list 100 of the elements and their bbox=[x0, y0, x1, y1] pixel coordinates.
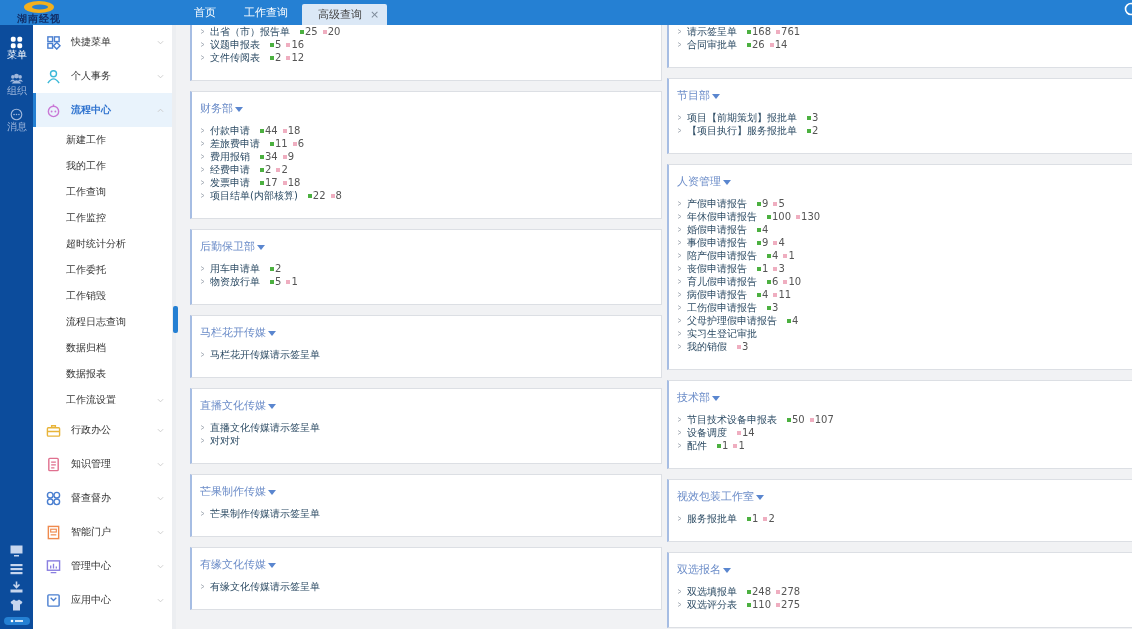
form-link[interactable]: 双选评分表 bbox=[687, 597, 737, 612]
count-badge[interactable]: 16 bbox=[286, 39, 305, 50]
form-link[interactable]: 双选填报单 bbox=[687, 584, 737, 599]
count-badge[interactable]: 2 bbox=[276, 164, 288, 175]
sidebar-subitem[interactable]: 工作监控 bbox=[33, 205, 172, 231]
form-link[interactable]: 出省（市）报告单 bbox=[210, 25, 290, 39]
count-badge[interactable]: 11 bbox=[773, 289, 792, 300]
sidebar-item[interactable]: 应用中心 bbox=[33, 583, 172, 617]
count-badge[interactable]: 6 bbox=[767, 276, 779, 287]
rail-item[interactable]: 组织 bbox=[6, 72, 27, 97]
group-title[interactable]: 人资管理 bbox=[677, 175, 721, 189]
count-badge[interactable]: 3 bbox=[807, 112, 819, 123]
caret-icon[interactable] bbox=[257, 244, 265, 250]
caret-icon[interactable] bbox=[268, 330, 276, 336]
count-badge[interactable]: 2 bbox=[270, 263, 282, 274]
caret-icon[interactable] bbox=[712, 93, 720, 99]
form-link[interactable]: 马栏花开传媒请示签呈单 bbox=[210, 347, 320, 362]
form-link[interactable]: 芒果制作传媒请示签呈单 bbox=[210, 506, 320, 521]
group-title[interactable]: 马栏花开传媒 bbox=[200, 326, 266, 340]
shirt-icon[interactable] bbox=[10, 599, 23, 611]
count-badge[interactable]: 9 bbox=[757, 198, 769, 209]
form-link[interactable]: 【项目执行】服务报批单 bbox=[687, 123, 797, 138]
form-link[interactable]: 配件 bbox=[687, 438, 707, 453]
count-badge[interactable]: 4 bbox=[757, 289, 769, 300]
count-badge[interactable]: 44 bbox=[260, 125, 278, 136]
caret-icon[interactable] bbox=[723, 179, 731, 185]
toggle-icon[interactable] bbox=[9, 619, 24, 623]
form-link[interactable]: 费用报销 bbox=[210, 149, 250, 164]
count-badge[interactable]: 168 bbox=[747, 26, 772, 37]
caret-icon[interactable] bbox=[268, 562, 276, 568]
count-badge[interactable]: 9 bbox=[282, 151, 295, 162]
count-badge[interactable]: 5 bbox=[773, 198, 785, 209]
sidebar-subitem[interactable]: 超时统计分析 bbox=[33, 231, 172, 257]
form-link[interactable]: 父母护理假申请报告 bbox=[687, 313, 777, 328]
form-link[interactable]: 用车申请单 bbox=[210, 261, 260, 276]
form-link[interactable]: 付款申请 bbox=[210, 123, 250, 138]
count-badge[interactable]: 1 bbox=[286, 276, 298, 287]
sidebar-subitem[interactable]: 工作销毁 bbox=[33, 283, 172, 309]
list-icon[interactable] bbox=[10, 563, 23, 575]
group-title[interactable]: 直播文化传媒 bbox=[200, 399, 266, 413]
form-link[interactable]: 项目结单(内部核算) bbox=[210, 188, 298, 203]
form-link[interactable]: 请示签呈单 bbox=[687, 25, 737, 39]
form-link[interactable]: 发票申请 bbox=[210, 175, 250, 190]
count-badge[interactable]: 1 bbox=[747, 513, 759, 524]
count-badge[interactable]: 107 bbox=[809, 414, 834, 425]
sidebar-item[interactable]: 流程中心 bbox=[33, 93, 172, 127]
sidebar-subitem[interactable]: 数据归档 bbox=[33, 335, 172, 361]
count-badge[interactable]: 5 bbox=[270, 276, 282, 287]
count-badge[interactable]: 12 bbox=[286, 52, 305, 63]
form-link[interactable]: 丧假申请报告 bbox=[687, 261, 747, 276]
count-badge[interactable]: 34 bbox=[260, 151, 278, 162]
count-badge[interactable]: 1 bbox=[757, 263, 769, 274]
sidebar-subitem[interactable]: 工作委托 bbox=[33, 257, 172, 283]
count-badge[interactable]: 11 bbox=[270, 138, 288, 149]
sidebar-item[interactable]: 督查督办 bbox=[33, 481, 172, 515]
count-badge[interactable]: 17 bbox=[260, 177, 278, 188]
sidebar-item[interactable]: 智能门户 bbox=[33, 515, 172, 549]
caret-icon[interactable] bbox=[268, 403, 276, 409]
count-badge[interactable]: 3 bbox=[737, 341, 749, 352]
form-link[interactable]: 有缘文化传媒请示签呈单 bbox=[210, 579, 320, 594]
form-link[interactable]: 差旅费申请 bbox=[210, 136, 260, 151]
count-badge[interactable]: 248 bbox=[747, 586, 772, 597]
form-link[interactable]: 物资放行单 bbox=[210, 274, 260, 289]
sidebar-subitem[interactable]: 我的工作 bbox=[33, 153, 172, 179]
count-badge[interactable]: 4 bbox=[787, 315, 799, 326]
form-link[interactable]: 服务报批单 bbox=[687, 511, 737, 526]
form-link[interactable]: 经费申请 bbox=[210, 162, 250, 177]
form-link[interactable]: 育儿假申请报告 bbox=[687, 274, 757, 289]
rail-item[interactable]: 菜单 bbox=[6, 36, 27, 61]
count-badge[interactable]: 18 bbox=[282, 177, 301, 188]
tab[interactable]: 工作查询 bbox=[230, 0, 302, 25]
download-icon[interactable] bbox=[10, 581, 23, 593]
sidebar-subitem[interactable]: 数据报表 bbox=[33, 361, 172, 387]
count-badge[interactable]: 3 bbox=[767, 302, 779, 313]
group-title[interactable]: 有缘文化传媒 bbox=[200, 558, 266, 572]
group-title[interactable]: 技术部 bbox=[677, 391, 710, 405]
sidebar-subitem[interactable]: 工作查询 bbox=[33, 179, 172, 205]
caret-icon[interactable] bbox=[712, 395, 720, 401]
count-badge[interactable]: 2 bbox=[763, 513, 775, 524]
count-badge[interactable]: 2 bbox=[260, 164, 272, 175]
form-link[interactable]: 节目技术设备申报表 bbox=[687, 412, 777, 427]
count-badge[interactable]: 4 bbox=[757, 224, 769, 235]
count-badge[interactable]: 18 bbox=[282, 125, 301, 136]
count-badge[interactable]: 275 bbox=[776, 599, 801, 610]
count-badge[interactable]: 1 bbox=[717, 440, 729, 451]
count-badge[interactable]: 110 bbox=[747, 599, 772, 610]
count-badge[interactable]: 2 bbox=[270, 52, 282, 63]
sidebar-item[interactable]: 行政办公 bbox=[33, 413, 172, 447]
count-badge[interactable]: 10 bbox=[783, 276, 802, 287]
sidebar-item[interactable]: 快捷菜单 bbox=[33, 25, 172, 59]
form-link[interactable]: 工伤假申请报告 bbox=[687, 300, 757, 315]
sidebar-item[interactable]: 知识管理 bbox=[33, 447, 172, 481]
count-badge[interactable]: 2 bbox=[807, 125, 819, 136]
form-link[interactable]: 设备调度 bbox=[687, 425, 727, 440]
sidebar-subitem[interactable]: 新建工作 bbox=[33, 127, 172, 153]
sidebar-item[interactable]: 管理中心 bbox=[33, 549, 172, 583]
form-link[interactable]: 实习生登记审批 bbox=[687, 326, 757, 341]
form-link[interactable]: 年休假申请报告 bbox=[687, 209, 757, 224]
monitor-icon[interactable] bbox=[10, 545, 23, 557]
form-link[interactable]: 合同审批单 bbox=[687, 37, 737, 52]
